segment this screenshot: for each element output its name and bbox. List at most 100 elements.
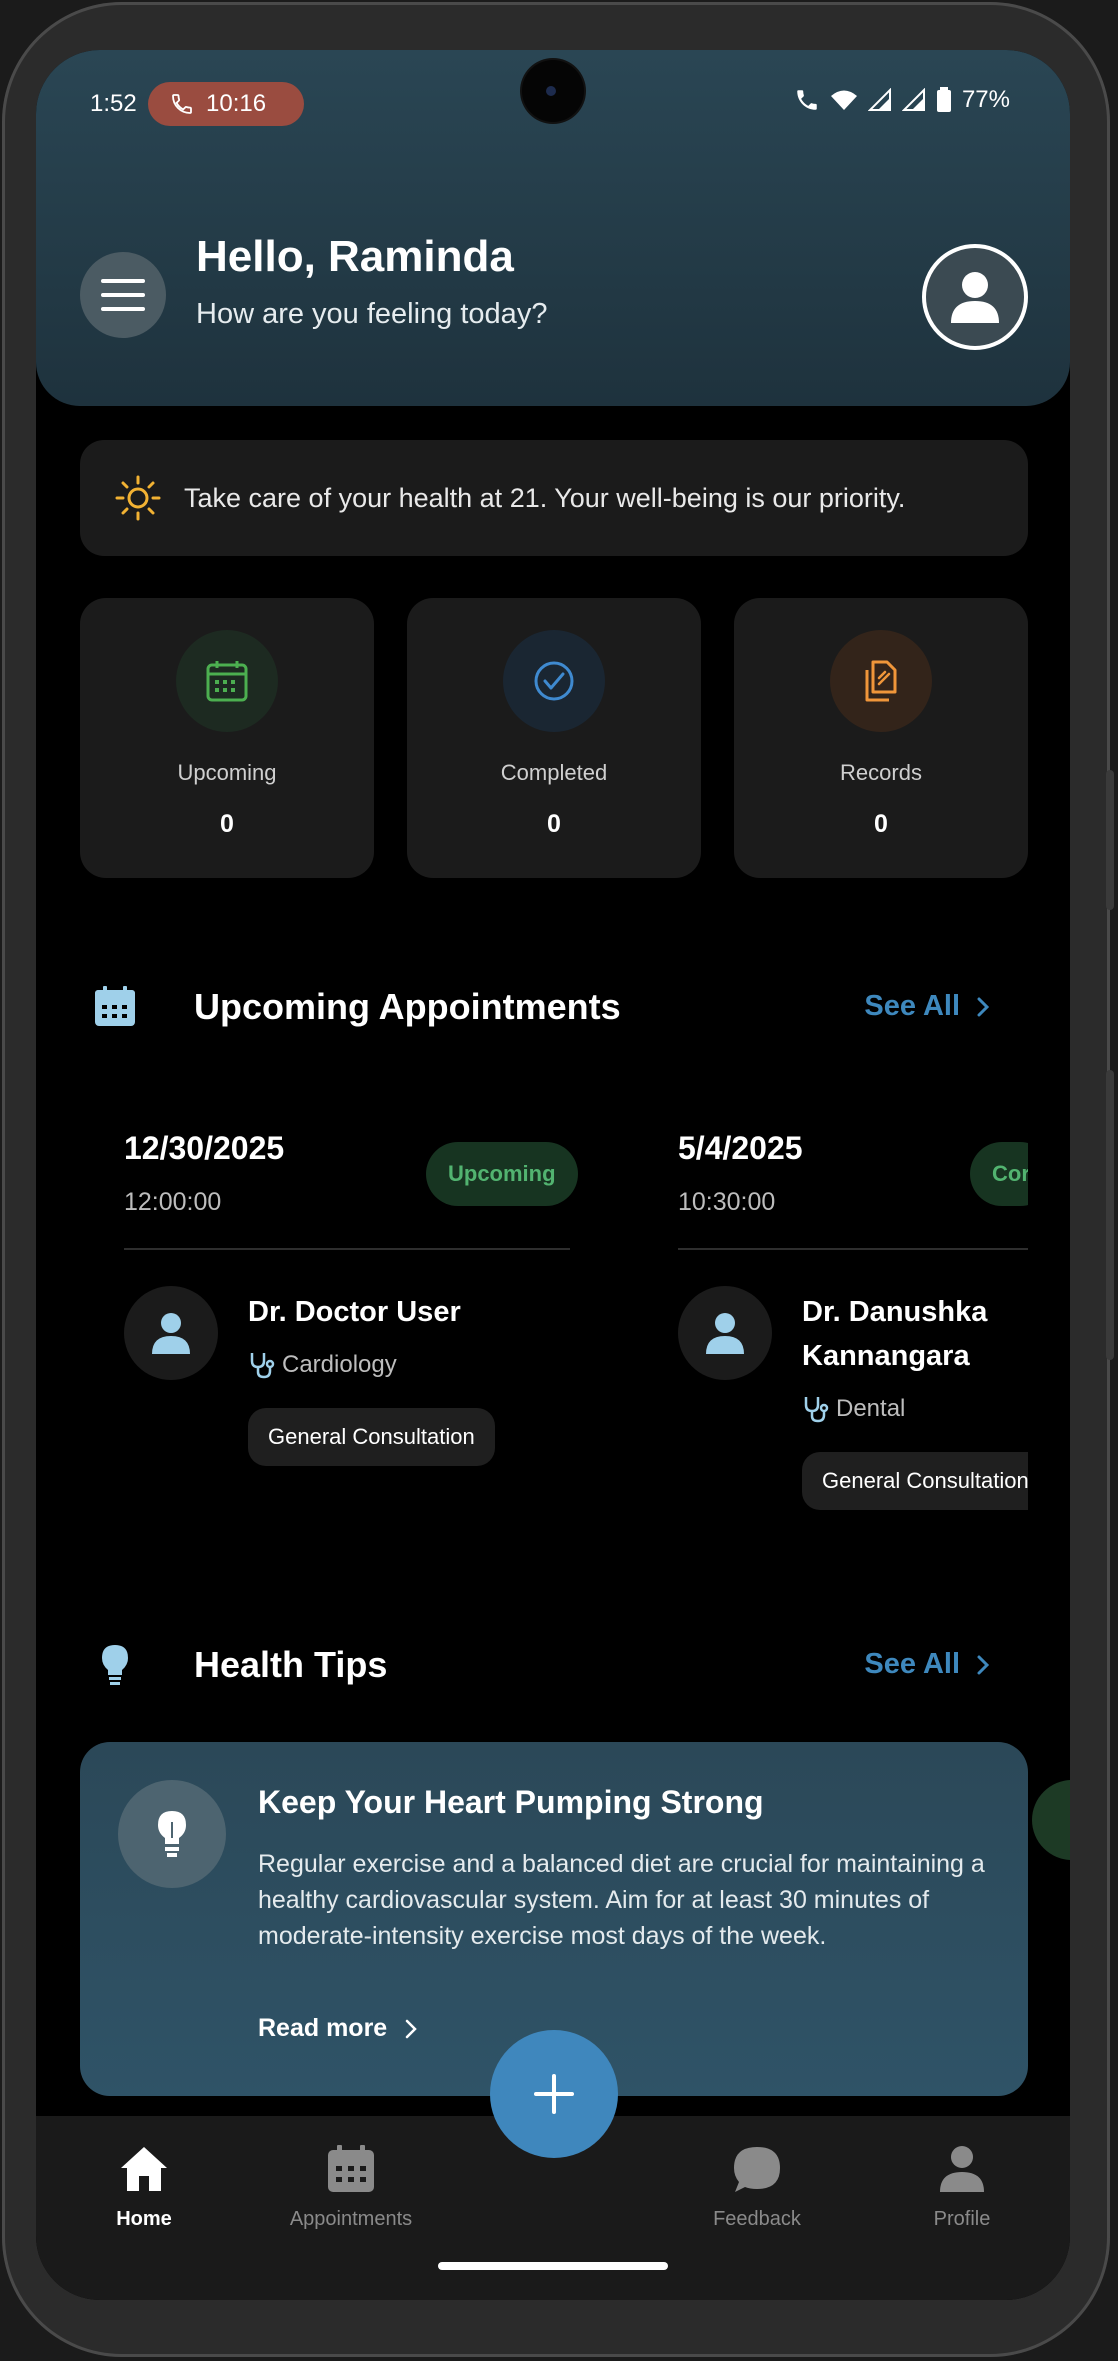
specialty: Dental [802, 1394, 905, 1424]
signal-icon-2 [901, 88, 925, 111]
screen: 1:52 10:16 77% Hello, Raminda How are yo… [36, 50, 1070, 2300]
documents-icon [865, 660, 897, 702]
person-icon [706, 1313, 744, 1354]
plus-icon [534, 2074, 574, 2114]
next-tip-peek [1032, 1780, 1070, 1860]
lightbulb-icon [158, 1811, 186, 1857]
status-badge: Upcoming [426, 1142, 578, 1206]
tip-body: Regular exercise and a balanced diet are… [258, 1850, 985, 1950]
battery-percent: 77% [961, 86, 1010, 113]
read-more-label: Read more [258, 2014, 388, 2042]
header: 1:52 10:16 77% Hello, Raminda How are yo… [36, 50, 1070, 406]
specialty-label: Dental [836, 1395, 906, 1422]
ongoing-call-pill[interactable]: 10:16 [148, 82, 304, 126]
stat-label: Completed [500, 760, 608, 785]
appointment-card[interactable]: 12/30/2025 12:00:00 Upcoming Dr. Doctor … [124, 1110, 578, 1560]
doctor-name: Dr. Doctor User [248, 1296, 461, 1328]
doctor-avatar [678, 1286, 772, 1380]
volume-button [1106, 1070, 1114, 1360]
health-reminder-banner: Take care of your health at 21. Your wel… [80, 440, 1028, 556]
appointment-date: 5/4/2025 [678, 1130, 803, 1166]
wifi-icon [830, 90, 857, 110]
call-duration: 10:16 [206, 90, 267, 117]
calendar-icon [95, 986, 135, 1026]
nav-appointments[interactable]: Appointments [271, 2142, 431, 2231]
menu-button[interactable] [80, 252, 166, 338]
appointment-time: 10:30:00 [678, 1188, 776, 1216]
health-tips-see-all-link[interactable]: See All [864, 1648, 990, 1681]
consultation-type-chip: General Consultation [248, 1408, 495, 1466]
appointments-see-all-link[interactable]: See All [864, 990, 990, 1023]
person-icon [940, 2146, 984, 2192]
person-icon [951, 272, 999, 323]
doctor-avatar [124, 1286, 218, 1380]
stat-value: 0 [874, 810, 888, 838]
see-all-label: See All [864, 990, 960, 1022]
stat-label: Upcoming [177, 760, 277, 785]
chevron-right-icon [977, 997, 990, 1016]
appointment-date: 12/30/2025 [124, 1130, 285, 1166]
person-icon [152, 1313, 190, 1354]
stat-value: 0 [547, 810, 561, 838]
stethoscope-icon [250, 1353, 275, 1379]
appointments-section-header: Upcoming Appointments See All [92, 978, 1032, 1038]
nav-label: Home [116, 2208, 172, 2230]
nav-profile[interactable]: Profile [882, 2142, 1042, 2231]
health-tips-section-title: Health Tips [194, 1644, 388, 1685]
nav-label: Profile [933, 2208, 991, 2230]
hamburger-icon [101, 279, 145, 311]
doctor-name: Dr. Danushka Kannangara [802, 1296, 988, 1372]
chat-icon [734, 2147, 780, 2192]
divider [124, 1248, 570, 1250]
appointments-section-title: Upcoming Appointments [194, 986, 621, 1027]
greeting-subtitle: How are you feeling today? [196, 298, 548, 330]
phone-icon [172, 94, 192, 114]
see-all-label: See All [864, 1648, 960, 1680]
status-time: 1:52 [90, 90, 137, 117]
tip-icon-circle [118, 1780, 226, 1888]
nav-feedback[interactable]: Feedback [677, 2142, 837, 2231]
appointment-time: 12:00:00 [124, 1188, 222, 1216]
status-icons: 77% [794, 86, 1010, 114]
read-more-link[interactable]: Read more [258, 2014, 417, 2043]
sun-icon [115, 475, 161, 521]
home-icon [121, 2147, 167, 2191]
stat-card-records[interactable]: Records 0 [734, 598, 1028, 878]
chevron-right-icon [405, 2019, 417, 2038]
stat-card-upcoming[interactable]: Upcoming 0 [80, 598, 374, 878]
lightbulb-icon [102, 1645, 128, 1685]
stat-label: Records [840, 760, 922, 785]
specialty: Cardiology [248, 1350, 397, 1380]
signal-icon [867, 88, 891, 111]
wifi-call-icon [797, 90, 817, 110]
consultation-type-chip: General Consultation [802, 1452, 1049, 1510]
status-bar: 1:52 10:16 77% [36, 50, 1070, 154]
nav-label: Appointments [289, 2208, 413, 2230]
chevron-right-icon [977, 1655, 990, 1674]
stethoscope-icon [804, 1397, 829, 1423]
front-camera [522, 60, 584, 122]
battery-icon [936, 87, 951, 112]
specialty-label: Cardiology [282, 1351, 397, 1378]
profile-avatar-button[interactable] [922, 244, 1028, 350]
tip-title: Keep Your Heart Pumping Strong [258, 1784, 764, 1820]
home-indicator[interactable] [438, 2262, 668, 2270]
add-appointment-fab[interactable] [490, 2030, 618, 2158]
calendar-icon [206, 661, 248, 702]
stat-icon-circle [503, 630, 605, 732]
check-circle-icon [534, 661, 574, 701]
nav-label: Feedback [713, 2208, 801, 2230]
health-reminder-text: Take care of your health at 21. Your wel… [184, 482, 906, 513]
carousel-clip [1028, 1110, 1070, 1570]
divider [678, 1248, 1028, 1250]
calendar-icon [328, 2145, 374, 2192]
stat-value: 0 [220, 810, 234, 838]
power-button [1106, 770, 1114, 910]
stat-icon-circle [176, 630, 278, 732]
nav-home[interactable]: Home [64, 2142, 224, 2231]
stat-card-completed[interactable]: Completed 0 [407, 598, 701, 878]
greeting-title: Hello, Raminda [196, 232, 514, 281]
stat-icon-circle [830, 630, 932, 732]
health-tips-section-header: Health Tips See All [92, 1636, 1032, 1696]
appointment-card[interactable]: 5/4/2025 10:30:00 Cor Dr. Danushka Kanna… [678, 1110, 1070, 1560]
